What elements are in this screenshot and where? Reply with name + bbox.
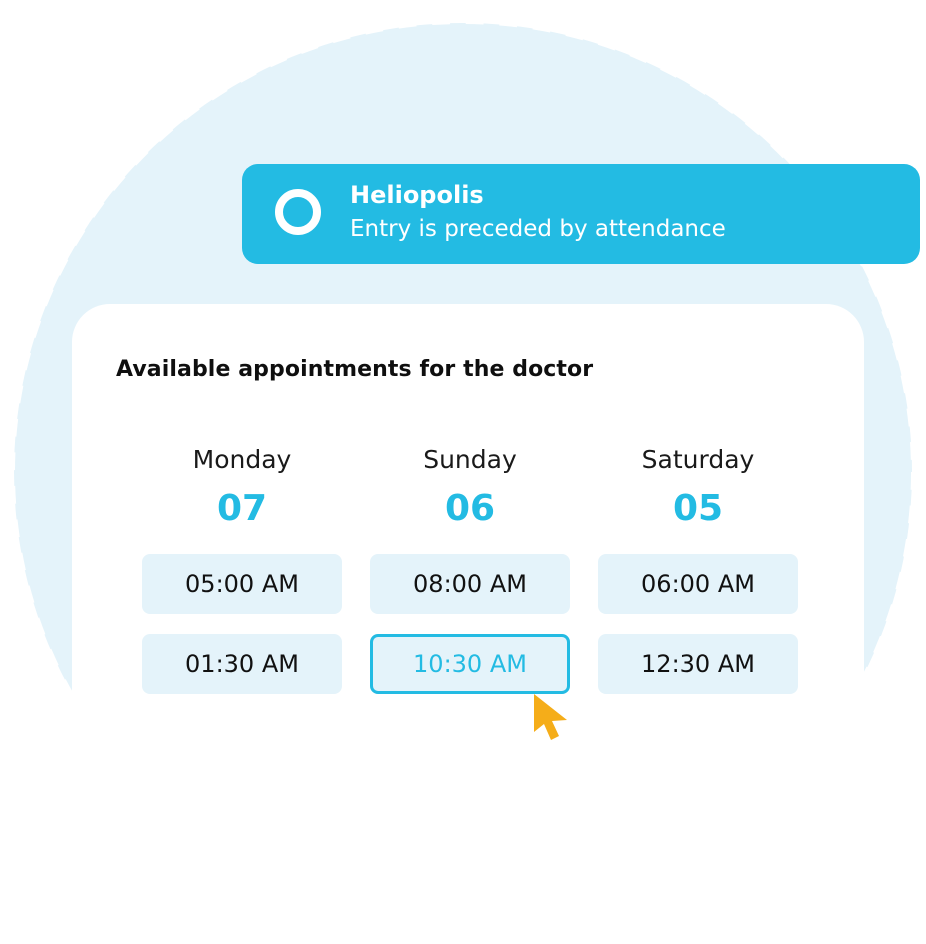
time-slot-button[interactable]: 01:30 AM	[142, 634, 342, 694]
day-name: Sunday	[423, 445, 517, 474]
time-slot-button[interactable]: 05:00 AM	[142, 554, 342, 614]
radio-ring-icon[interactable]	[275, 189, 321, 235]
day-name: Monday	[192, 445, 292, 474]
location-note: Entry is preceded by attendance	[350, 216, 726, 242]
time-slot-button[interactable]: 08:00 AM	[370, 554, 570, 614]
day-column-monday: Monday 07	[142, 440, 342, 534]
appointment-screen: Heliopolis Entry is preceded by attendan…	[0, 0, 926, 944]
day-date: 07	[216, 488, 268, 529]
time-slot-button-selected[interactable]: 10:30 AM	[370, 634, 570, 694]
pointer-arrow-icon	[534, 694, 567, 740]
appointments-card	[72, 304, 864, 944]
day-column-sunday: Sunday 06	[370, 440, 570, 534]
location-name: Heliopolis	[350, 181, 484, 209]
day-name: Saturday	[641, 445, 755, 474]
day-column-saturday: Saturday 05	[598, 440, 798, 534]
day-date: 06	[444, 488, 496, 529]
time-slot-button[interactable]: 06:00 AM	[598, 554, 798, 614]
time-slot-button[interactable]: 12:30 AM	[598, 634, 798, 694]
appointments-title: Available appointments for the doctor	[116, 357, 594, 382]
day-date: 05	[672, 488, 724, 529]
